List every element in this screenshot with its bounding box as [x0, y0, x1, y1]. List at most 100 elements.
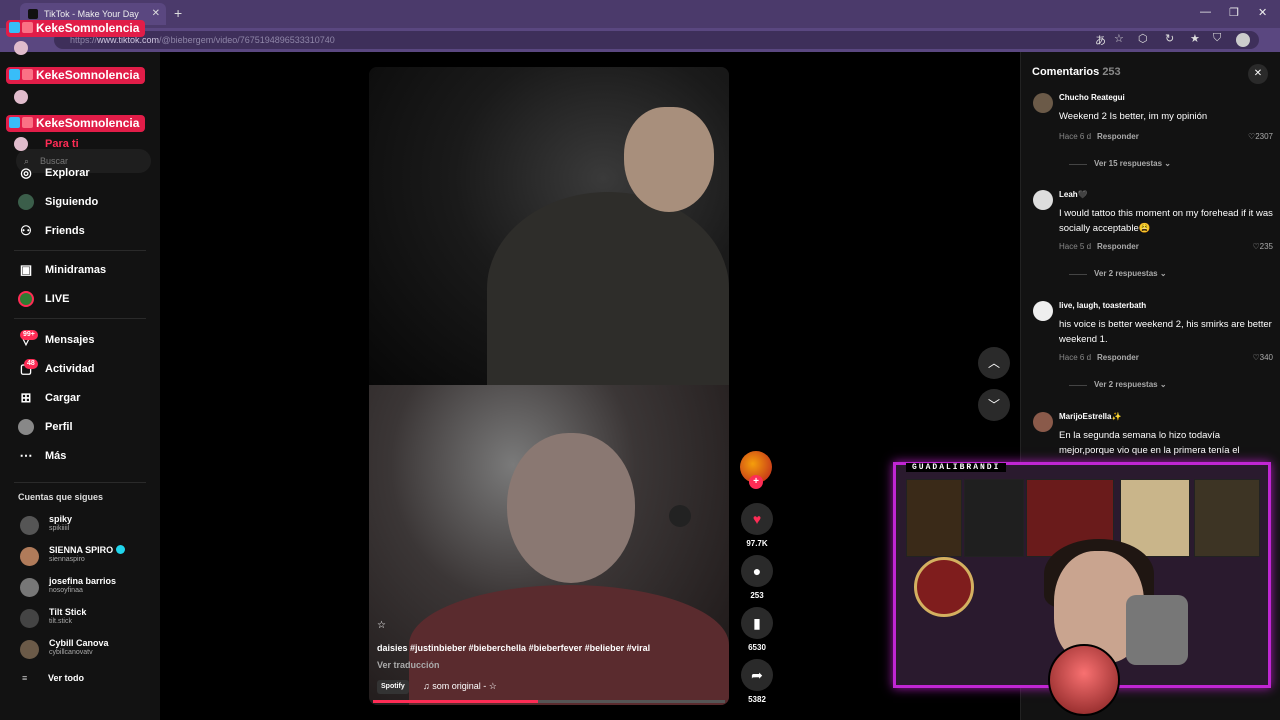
like-count: 340	[1259, 353, 1273, 362]
comment-button[interactable]: ● 253	[740, 555, 774, 600]
comment-user[interactable]: Chucho Reategui	[1059, 93, 1125, 102]
singer-figure	[487, 192, 729, 385]
messages-badge: 99+	[20, 330, 38, 340]
divider	[14, 482, 146, 483]
view-replies-button[interactable]: Ver 2 respuestas ⌄	[1069, 380, 1167, 389]
comment-text: Weekend 2 Is better, im my opinión	[1059, 111, 1208, 122]
sound-link[interactable]: ♫ som original - ☆	[423, 681, 497, 692]
extension-icon[interactable]: ⬡	[1138, 32, 1148, 45]
avatar	[20, 547, 39, 566]
restore-button[interactable]: ❐	[1229, 6, 1239, 19]
comment-item: Chucho Reategui Weekend 2 Is better, im …	[1033, 93, 1273, 173]
account-handle: cybillcanovatv	[49, 649, 93, 656]
singer-head	[507, 433, 635, 583]
reply-button[interactable]: Responder	[1097, 242, 1139, 251]
follow-plus-icon[interactable]: +	[749, 475, 763, 489]
sync-icon[interactable]: ↻	[1165, 32, 1174, 45]
microphone	[669, 505, 691, 527]
progress-fill	[373, 700, 539, 703]
heart-outline-icon: ♡	[1252, 242, 1260, 251]
nav-live[interactable]: LIVE	[18, 289, 69, 309]
nav-mas[interactable]: ⋯ Más	[18, 446, 67, 466]
tab-close-icon[interactable]: ✕	[152, 3, 160, 25]
reply-button[interactable]: Responder	[1097, 353, 1139, 362]
bookmark-star-icon[interactable]: ☆	[1114, 32, 1124, 45]
comment-user[interactable]: MarijoEstrella✨	[1059, 412, 1121, 421]
translate-link[interactable]: Ver traducción	[377, 660, 440, 670]
video-caption[interactable]: daisies #justinbieber #bieberchella #bie…	[377, 643, 650, 653]
close-comments-button[interactable]: ✕	[1248, 64, 1268, 84]
more-icon: ⋯	[19, 448, 33, 463]
account-name: Tilt Stick	[49, 607, 87, 617]
comment-text: his voice is better weekend 2, his smirk…	[1059, 319, 1272, 345]
nav-explorar[interactable]: ◎ Explorar	[18, 163, 89, 183]
poster	[1194, 479, 1260, 557]
avatar	[20, 578, 39, 597]
avatar[interactable]	[1033, 301, 1053, 321]
url-bar[interactable]: https://www.tiktok.com/@biebergem/video/…	[54, 31, 1259, 49]
comment-user[interactable]: live, laugh, toasterbath	[1059, 301, 1146, 310]
window-close-button[interactable]: ✕	[1258, 6, 1267, 19]
account-handle: siennaspiro	[49, 556, 85, 563]
tab-title: TikTok - Make Your Day	[44, 9, 139, 19]
creator-avatar[interactable]: +	[740, 451, 772, 489]
comment-like[interactable]: ♡2307	[1248, 132, 1273, 141]
nav-label: Siguiendo	[45, 196, 99, 208]
alert-avatar	[14, 137, 28, 151]
comment-item: Leah🖤 I would tattoo this moment on my f…	[1033, 190, 1273, 282]
chevron-down-icon: ⌄	[1159, 269, 1167, 278]
avatar[interactable]	[1033, 412, 1053, 432]
alert-avatar	[14, 41, 28, 55]
video-frame-top	[369, 67, 729, 385]
singer-head	[624, 107, 714, 212]
save-button[interactable]: ▮ 6530	[740, 607, 774, 652]
video-progress[interactable]	[373, 700, 725, 703]
alert-badge: KekeSomnolencia	[6, 67, 146, 84]
like-button[interactable]: ♥ 97.7K	[740, 503, 774, 548]
following-icon	[18, 194, 34, 210]
screen: TikTok - Make Your Day ✕ + — ❐ ✕ https:/…	[0, 0, 1280, 720]
nav-cargar[interactable]: ⊞ Cargar	[18, 388, 81, 408]
share-button[interactable]: ➦ 5382	[740, 659, 774, 704]
comments-title-text: Comentarios	[1032, 66, 1100, 78]
prev-video-button[interactable]: ︿	[978, 347, 1010, 379]
chevron-up-icon: ︿	[987, 356, 1000, 370]
profile-avatar[interactable]	[1236, 33, 1250, 47]
streamer-microphone	[1126, 595, 1188, 665]
browser-titlebar: TikTok - Make Your Day ✕ + — ❐ ✕	[0, 0, 1280, 28]
shield-icon[interactable]: ⛉	[1213, 32, 1221, 45]
new-tab-button[interactable]: +	[174, 5, 182, 21]
favorites-icon[interactable]: ★	[1190, 32, 1200, 45]
avatar[interactable]	[1033, 93, 1053, 113]
view-replies-button[interactable]: Ver 15 respuestas ⌄	[1069, 159, 1171, 168]
avatar	[20, 516, 39, 535]
reply-button[interactable]: Responder	[1097, 132, 1139, 141]
nav-label: Para ti	[45, 138, 79, 150]
avatar[interactable]	[1033, 190, 1053, 210]
spotify-badge[interactable]: Spotify	[377, 680, 409, 694]
comment-like[interactable]: ♡235	[1252, 242, 1273, 251]
like-count: 235	[1259, 242, 1273, 251]
star-icon[interactable]: ☆	[377, 620, 386, 631]
view-replies-button[interactable]: Ver 2 respuestas ⌄	[1069, 269, 1167, 278]
comment-meta: Hace 5 d Responder	[1059, 242, 1139, 251]
like-count: 2307	[1255, 132, 1273, 141]
live-icon	[18, 291, 34, 307]
minimize-button[interactable]: —	[1200, 6, 1211, 18]
comment-like[interactable]: ♡340	[1252, 353, 1273, 362]
friends-icon: ⚇	[20, 223, 32, 238]
see-all-button[interactable]: ≡ Ver todo	[22, 673, 84, 683]
comment-user[interactable]: Leah🖤	[1059, 190, 1088, 199]
nav-minidramas[interactable]: ▣ Minidramas	[18, 260, 106, 280]
nav-siguiendo[interactable]: Siguiendo	[18, 192, 98, 212]
comment-icon: ●	[741, 555, 773, 587]
nav-perfil[interactable]: Perfil	[18, 417, 73, 437]
next-video-button[interactable]: ﹀	[978, 389, 1010, 421]
following-header: Cuentas que sigues	[18, 492, 104, 502]
video-player[interactable]: ☆ daisies #justinbieber #bieberchella #b…	[369, 67, 729, 705]
nav-friends[interactable]: ⚇ Friends	[18, 221, 85, 241]
translate-icon[interactable]: あ	[1095, 32, 1106, 48]
verified-icon	[116, 545, 126, 554]
nav-label: Perfil	[45, 421, 73, 433]
film-icon: ▣	[19, 262, 33, 277]
